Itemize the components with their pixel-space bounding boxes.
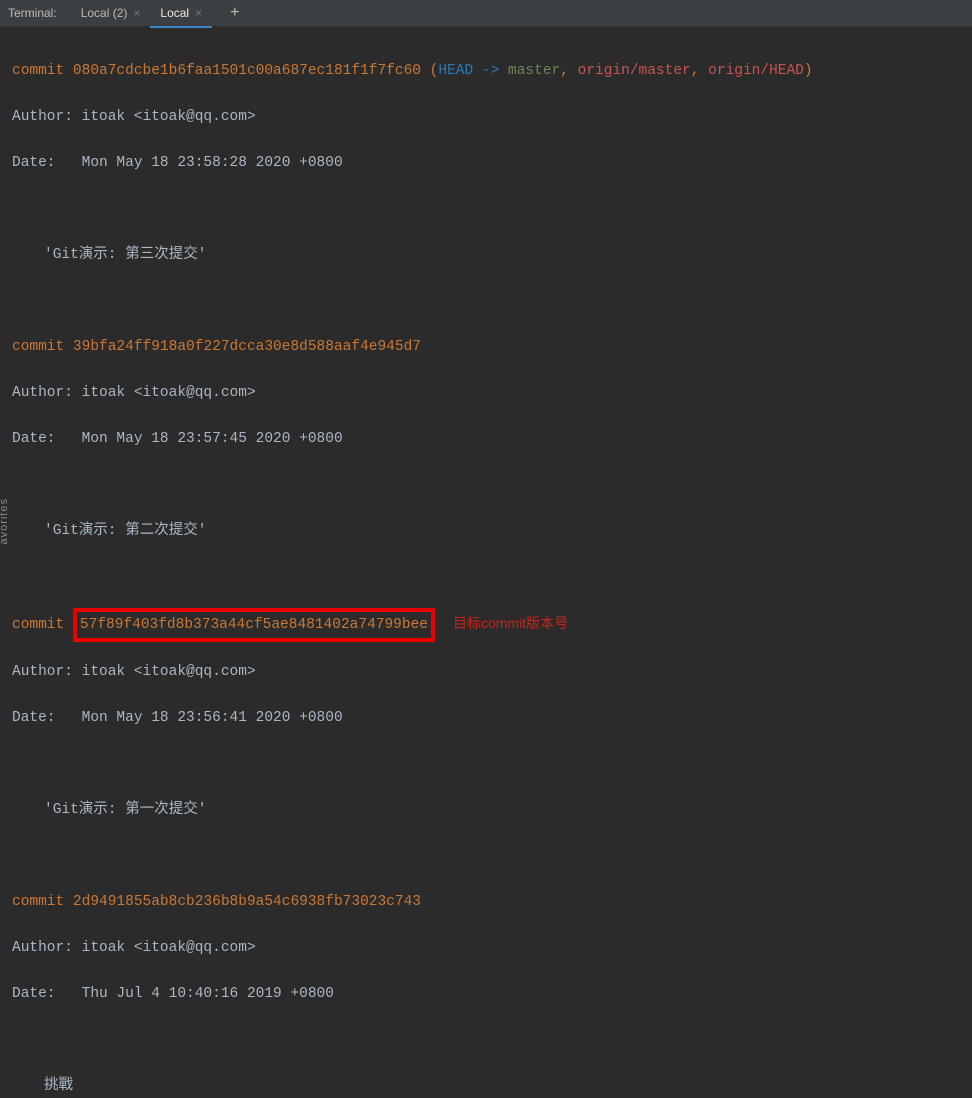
commit-hash: 2d9491855ab8cb236b8b9a54c6938fb73023c743 [73, 894, 421, 910]
date-line: Date: Mon May 18 23:57:45 2020 +0800 [12, 428, 960, 451]
comma: , [691, 63, 708, 79]
tab-local[interactable]: Local × [150, 0, 212, 27]
head-ref: HEAD -> [438, 63, 508, 79]
terminal-tab-bar: Terminal: Local (2) × Local × + [0, 0, 972, 27]
commit-line: commit 57f89f403fd8b373a44cf5ae8481402a7… [12, 612, 960, 638]
author-line: Author: itoak <itoak@qq.com> [12, 937, 960, 960]
commit-hash: 080a7cdcbe1b6faa1501c00a687ec181f1f7fc60 [73, 63, 421, 79]
commit-word: commit [12, 339, 73, 355]
terminal-label: Terminal: [8, 6, 57, 20]
paren: ( [421, 63, 438, 79]
date-line: Date: Mon May 18 23:56:41 2020 +0800 [12, 707, 960, 730]
commit-message: 'Git演示: 第一次提交' [12, 799, 960, 822]
commit-message: 'Git演示: 第三次提交' [12, 244, 960, 267]
commit-hash: 39bfa24ff918a0f227dcca30e8d588aaf4e945d7 [73, 339, 421, 355]
close-icon[interactable]: × [195, 7, 202, 19]
commit-line: commit 2d9491855ab8cb236b8b9a54c6938fb73… [12, 891, 960, 914]
author-line: Author: itoak <itoak@qq.com> [12, 106, 960, 129]
annotation-text: 目标commit版本号 [453, 615, 568, 631]
date-line: Date: Thu Jul 4 10:40:16 2019 +0800 [12, 983, 960, 1006]
commit-hash: 57f89f403fd8b373a44cf5ae8481402a74799bee [80, 617, 428, 633]
close-icon[interactable]: × [133, 7, 140, 19]
commit-word: commit [12, 617, 73, 633]
comma: , [560, 63, 577, 79]
commit-message: 挑戰 [12, 1075, 960, 1098]
author-line: Author: itoak <itoak@qq.com> [12, 382, 960, 405]
tab-label: Local (2) [81, 6, 128, 20]
paren: ) [804, 63, 813, 79]
tab-label: Local [160, 6, 189, 20]
terminal-output[interactable]: commit 080a7cdcbe1b6faa1501c00a687ec181f… [0, 27, 972, 1098]
commit-message: 'Git演示: 第二次提交' [12, 520, 960, 543]
commit-word: commit [12, 894, 73, 910]
favorites-side-tab[interactable]: avorites [0, 498, 10, 545]
commit-line: commit 080a7cdcbe1b6faa1501c00a687ec181f… [12, 60, 960, 83]
remote-ref: origin/master [578, 63, 691, 79]
author-line: Author: itoak <itoak@qq.com> [12, 661, 960, 684]
remote-ref: origin/HEAD [708, 63, 804, 79]
date-line: Date: Mon May 18 23:58:28 2020 +0800 [12, 152, 960, 175]
commit-line: commit 39bfa24ff918a0f227dcca30e8d588aaf… [12, 336, 960, 359]
highlighted-hash: 57f89f403fd8b373a44cf5ae8481402a74799bee [73, 608, 435, 642]
tab-local-2[interactable]: Local (2) × [71, 0, 151, 27]
add-tab-button[interactable]: + [224, 4, 245, 22]
commit-word: commit [12, 63, 73, 79]
local-branch: master [508, 63, 560, 79]
